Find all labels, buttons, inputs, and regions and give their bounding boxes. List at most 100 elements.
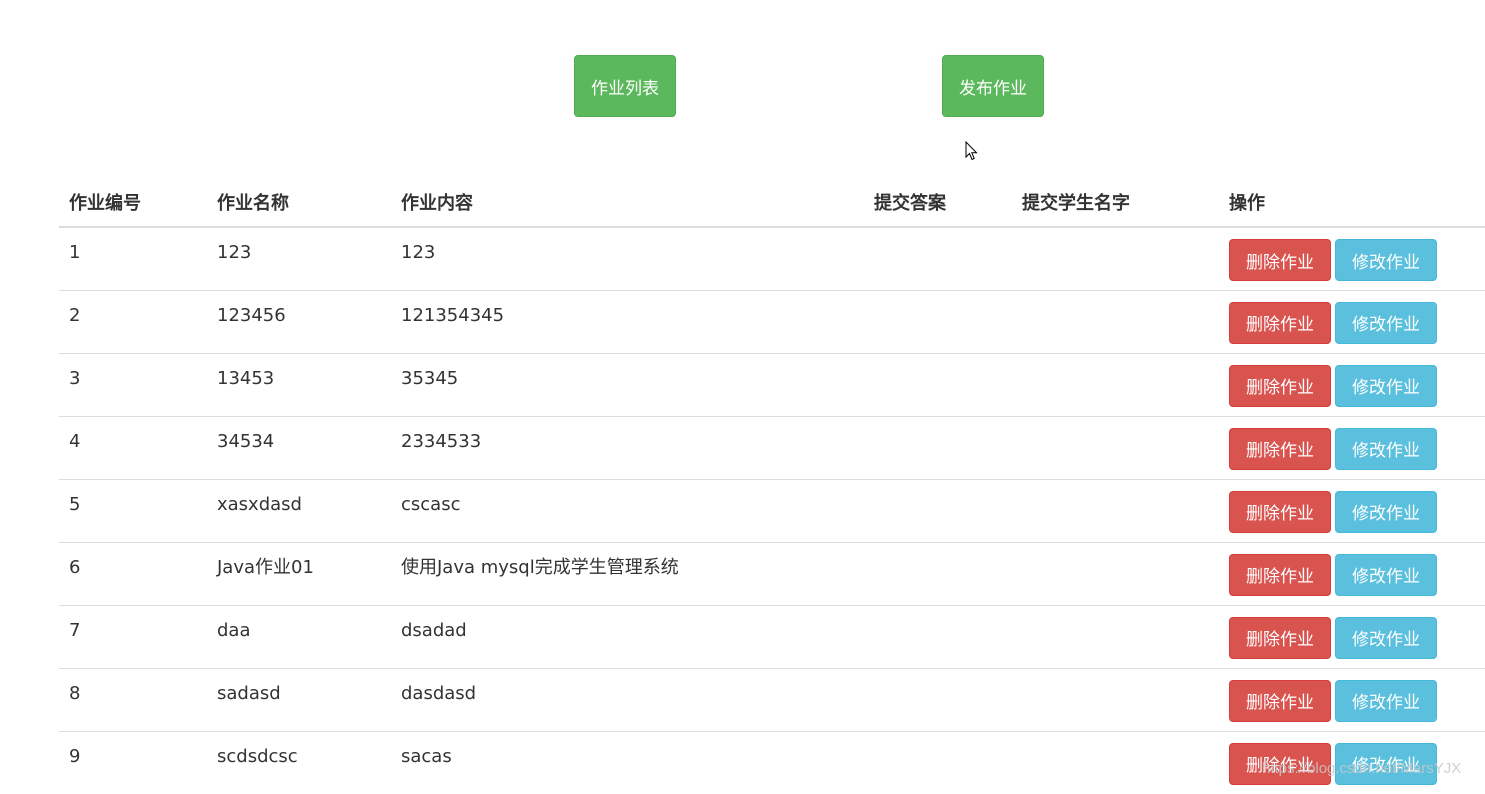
cell-homework-id-text: 1 xyxy=(69,242,81,263)
cell-submitted-student xyxy=(1012,541,1219,605)
cell-submitted-answer-text xyxy=(874,543,1002,556)
cell-homework-content-text: 35345 xyxy=(401,367,459,389)
cell-operations: 删除作业 修改作业 xyxy=(1219,667,1485,731)
table-row: 8 sadasd dasdasd 删除作业 修改作业 xyxy=(59,667,1485,731)
edit-homework-button[interactable]: 修改作业 xyxy=(1335,553,1437,596)
cell-homework-content: 使用Java mysql完成学生管理系统 xyxy=(391,541,864,605)
cell-homework-name-text: Java作业01 xyxy=(217,556,314,578)
delete-homework-button[interactable]: 删除作业 xyxy=(1229,616,1331,659)
delete-homework-button[interactable]: 删除作业 xyxy=(1229,239,1331,281)
cell-homework-name: sadasd xyxy=(207,667,391,731)
cell-submitted-student xyxy=(1012,478,1219,542)
cell-homework-id: 5 xyxy=(59,478,207,542)
cell-operations: 删除作业 修改作业 xyxy=(1219,226,1485,290)
cell-submitted-answer xyxy=(864,352,1012,416)
cell-submitted-student-text xyxy=(1022,732,1209,745)
cell-operations: 删除作业 修改作业 xyxy=(1219,604,1485,668)
cell-submitted-student-text xyxy=(1022,354,1209,367)
cell-homework-name: 13453 xyxy=(207,352,391,416)
cell-operations: 删除作业 修改作业 xyxy=(1219,730,1485,794)
cell-homework-id: 8 xyxy=(59,667,207,731)
cell-homework-name-text: 34534 xyxy=(217,430,275,452)
cell-operations: 删除作业 修改作业 xyxy=(1219,289,1485,353)
cell-submitted-answer xyxy=(864,289,1012,353)
cell-submitted-answer-text xyxy=(874,480,1002,493)
cell-homework-content-text: 121354345 xyxy=(401,304,505,326)
edit-homework-button[interactable]: 修改作业 xyxy=(1335,301,1437,344)
cell-homework-content: dsadad xyxy=(391,604,864,668)
cell-submitted-answer-text xyxy=(874,732,1002,745)
cell-submitted-answer-text xyxy=(874,669,1002,682)
cell-homework-name-text: sadasd xyxy=(217,682,281,704)
cell-homework-content-text: dasdasd xyxy=(401,682,477,704)
cell-submitted-student xyxy=(1012,730,1219,794)
cell-homework-id: 6 xyxy=(59,541,207,605)
edit-homework-button[interactable]: 修改作业 xyxy=(1335,679,1437,722)
cell-homework-name-text: daa xyxy=(217,619,251,641)
cell-operations: 删除作业 修改作业 xyxy=(1219,352,1485,416)
header-homework-id: 作业编号 xyxy=(59,178,207,228)
table-row: 6 Java作业01 使用Java mysql完成学生管理系统 删除作业 修改作业 xyxy=(59,541,1485,605)
cell-submitted-answer xyxy=(864,730,1012,794)
cell-homework-name: 123 xyxy=(207,226,391,290)
cell-homework-id: 3 xyxy=(59,352,207,416)
delete-homework-button[interactable]: 删除作业 xyxy=(1229,742,1331,785)
cell-homework-content-text: sacas xyxy=(401,745,452,767)
edit-homework-button[interactable]: 修改作业 xyxy=(1335,742,1437,785)
mouse-pointer-icon xyxy=(965,141,978,161)
delete-homework-button[interactable]: 删除作业 xyxy=(1229,301,1331,344)
cell-homework-name: xasxdasd xyxy=(207,478,391,542)
cell-submitted-answer-text xyxy=(874,417,1002,430)
table-row: 4 34534 2334533 删除作业 修改作业 xyxy=(59,415,1485,479)
homework-list-button[interactable]: 作业列表 xyxy=(574,55,676,117)
cell-homework-name: scdsdcsc xyxy=(207,730,391,794)
cell-homework-content: 123 xyxy=(391,226,864,290)
cell-submitted-student xyxy=(1012,604,1219,668)
cell-homework-name: 123456 xyxy=(207,289,391,353)
cell-homework-content: sacas xyxy=(391,730,864,794)
cell-submitted-answer-text xyxy=(874,228,1002,241)
cell-submitted-answer-text xyxy=(874,291,1002,304)
edit-homework-button[interactable]: 修改作业 xyxy=(1335,364,1437,407)
edit-homework-button[interactable]: 修改作业 xyxy=(1335,427,1437,470)
table-row: 7 daa dsadad 删除作业 修改作业 xyxy=(59,604,1485,668)
cell-homework-id: 4 xyxy=(59,415,207,479)
cell-homework-content-text: 使用Java mysql完成学生管理系统 xyxy=(401,556,679,578)
cell-submitted-student-text xyxy=(1022,606,1209,619)
table-body: 1 123 123 删除作业 修改作业 2 123456 121354345 删除作业 修改作业 3… xyxy=(59,226,1485,794)
cell-submitted-answer xyxy=(864,415,1012,479)
publish-homework-button[interactable]: 发布作业 xyxy=(942,55,1044,117)
cell-homework-id-text: 7 xyxy=(69,619,81,641)
edit-homework-button[interactable]: 修改作业 xyxy=(1335,616,1437,659)
cell-homework-name: 34534 xyxy=(207,415,391,479)
cell-homework-id-text: 9 xyxy=(69,745,81,767)
delete-homework-button[interactable]: 删除作业 xyxy=(1229,364,1331,407)
cell-submitted-answer xyxy=(864,541,1012,605)
cell-homework-id-text: 4 xyxy=(69,430,81,452)
header-homework-name: 作业名称 xyxy=(207,178,391,228)
cell-homework-id-text: 2 xyxy=(69,304,81,326)
edit-homework-button[interactable]: 修改作业 xyxy=(1335,490,1437,533)
edit-homework-button[interactable]: 修改作业 xyxy=(1335,239,1437,281)
cell-submitted-student xyxy=(1012,289,1219,353)
cell-operations: 删除作业 修改作业 xyxy=(1219,541,1485,605)
delete-homework-button[interactable]: 删除作业 xyxy=(1229,679,1331,722)
homework-table: 作业编号 作业名称 作业内容 提交答案 提交学生名字 操作 1 123 123 删除作… xyxy=(59,178,1485,794)
cell-homework-id: 2 xyxy=(59,289,207,353)
cell-homework-content-text: 123 xyxy=(401,242,436,263)
table-header: 作业编号 作业名称 作业内容 提交答案 提交学生名字 操作 xyxy=(59,178,1485,228)
cell-submitted-student-text xyxy=(1022,228,1209,241)
table-row: 2 123456 121354345 删除作业 修改作业 xyxy=(59,289,1485,353)
cell-submitted-student-text xyxy=(1022,480,1209,493)
cell-operations: 删除作业 修改作业 xyxy=(1219,478,1485,542)
cell-submitted-student xyxy=(1012,352,1219,416)
cell-homework-name: Java作业01 xyxy=(207,541,391,605)
cell-homework-id: 7 xyxy=(59,604,207,668)
cell-homework-name-text: xasxdasd xyxy=(217,493,302,515)
cell-homework-id-text: 3 xyxy=(69,367,81,389)
cell-homework-content: dasdasd xyxy=(391,667,864,731)
cell-homework-content: 35345 xyxy=(391,352,864,416)
delete-homework-button[interactable]: 删除作业 xyxy=(1229,553,1331,596)
delete-homework-button[interactable]: 删除作业 xyxy=(1229,427,1331,470)
delete-homework-button[interactable]: 删除作业 xyxy=(1229,490,1331,533)
